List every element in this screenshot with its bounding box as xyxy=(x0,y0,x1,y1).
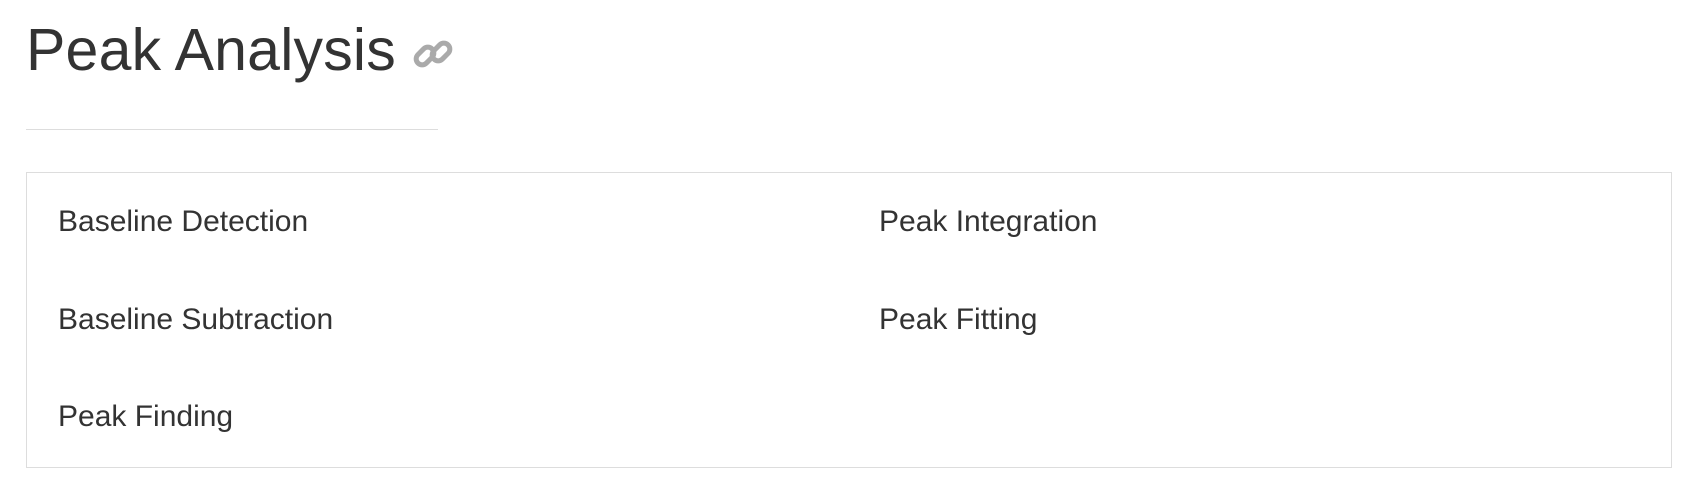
topic-link-peak-finding[interactable]: Peak Finding xyxy=(58,402,233,432)
topic-link-baseline-detection[interactable]: Baseline Detection xyxy=(58,207,308,237)
page-title: Peak Analysis xyxy=(26,16,396,83)
link-icon[interactable] xyxy=(412,33,454,75)
topic-link-peak-integration[interactable]: Peak Integration xyxy=(879,207,1097,237)
topic-link-peak-fitting[interactable]: Peak Fitting xyxy=(879,305,1037,335)
topics-panel: Baseline Detection Baseline Subtraction … xyxy=(26,172,1672,468)
topic-link-baseline-subtraction[interactable]: Baseline Subtraction xyxy=(58,305,333,335)
title-divider xyxy=(26,129,438,130)
page-header: Peak Analysis xyxy=(26,14,454,86)
